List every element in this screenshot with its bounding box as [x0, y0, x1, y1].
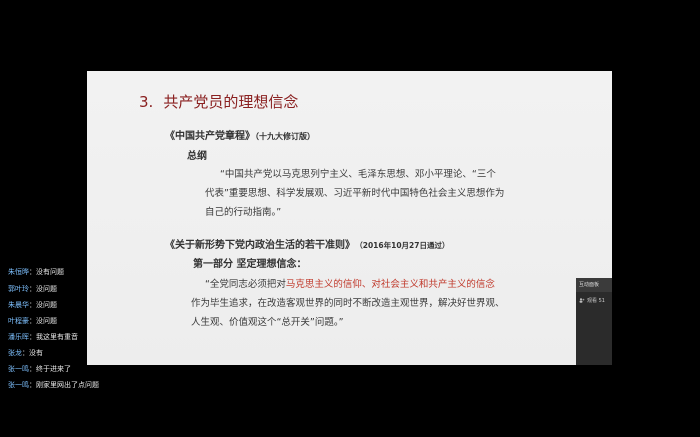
slide-title-number: 3. [139, 93, 154, 111]
chat-message: 张一鸣：刚家里网出了点问题 [8, 381, 99, 389]
section2-subheading: 第一部分 坚定理想信念： [193, 259, 307, 270]
section2-line-3: 人生观、价值观这个“总开关”问题。” [191, 317, 344, 328]
participant-count-label: 观看 51 [587, 298, 605, 304]
chat-username: 郭叶玲 [8, 285, 29, 293]
chat-text: 刚家里网出了点问题 [36, 381, 99, 389]
chat-username: 张一鸣 [8, 381, 29, 389]
chat-message: 张龙：没有 [8, 349, 43, 357]
chat-username: 叶程豪 [8, 317, 29, 325]
section2-date: （2016年10月27日通过） [359, 241, 450, 250]
chat-text: 没问题 [36, 301, 57, 309]
chat-message: 叶程豪：没问题 [8, 317, 57, 325]
section2-line-1: “全党同志必须把对马克思主义的信仰、对社会主义和共产主义的信念 [205, 276, 495, 290]
section1-subheading: 总纲 [187, 151, 207, 162]
slide-title-text: 共产党员的理想信念 [163, 93, 299, 111]
chat-message: 潘乐晖：我这里有重音 [8, 333, 78, 341]
chat-username: 朱晨华 [8, 301, 29, 309]
presentation-slide: 3. 共产党员的理想信念 《中国共产党章程》（十九大修订版） 总纲 “中国共产党以… [87, 71, 612, 365]
participant-count[interactable]: 观看 51 [579, 297, 605, 304]
chat-username: 朱恒晔 [8, 268, 29, 276]
chat-text: 没问题 [36, 285, 57, 293]
chat-text: 终于进来了 [36, 365, 71, 373]
panel-title[interactable]: 互动面板 [576, 278, 612, 292]
chat-text: 我这里有重音 [36, 333, 78, 341]
interaction-panel[interactable]: 互动面板 观看 51 [576, 278, 612, 365]
chat-text: 没有 [29, 349, 43, 357]
chat-text: 没有问题 [36, 268, 64, 276]
section2-heading-line: 《关于新形势下党内政治生活的若干准则》 （2016年10月27日通过） [165, 236, 450, 251]
people-icon [579, 298, 585, 303]
section1-line-3: 自己的行动指南。” [205, 207, 282, 218]
section2-line-2: 作为毕生追求，在改造客观世界的同时不断改造主观世界，解决好世界观、 [191, 298, 505, 309]
chat-username: 潘乐晖 [8, 333, 29, 341]
section2-line1-prefix: “全党同志必须把对 [205, 279, 286, 290]
section2-line1-highlight: 马克思主义的信仰、对社会主义和共产主义的信念 [285, 279, 495, 290]
chat-username: 张龙 [8, 349, 22, 357]
section1-edition: （十九大修订版） [255, 132, 315, 141]
chat-text: 没问题 [36, 317, 57, 325]
chat-username: 张一鸣 [8, 365, 29, 373]
slide-title: 3. 共产党员的理想信念 [139, 91, 298, 112]
section1-line-1: “中国共产党以马克思列宁主义、毛泽东思想、邓小平理论、“三个 [220, 169, 496, 180]
section1-heading-line: 《中国共产党章程》（十九大修订版） [165, 127, 315, 142]
section2-heading: 《关于新形势下党内政治生活的若干准则》 [165, 240, 355, 251]
section1-line-2: 代表”重要思想、科学发展观、习近平新时代中国特色社会主义思想作为 [205, 188, 505, 199]
chat-message: 朱晨华：没问题 [8, 301, 57, 309]
chat-message: 郭叶玲：没问题 [8, 285, 57, 293]
section1-heading: 《中国共产党章程》 [165, 131, 255, 142]
chat-message: 朱恒晔：没有问题 [8, 268, 64, 276]
chat-message: 张一鸣：终于进来了 [8, 365, 71, 373]
